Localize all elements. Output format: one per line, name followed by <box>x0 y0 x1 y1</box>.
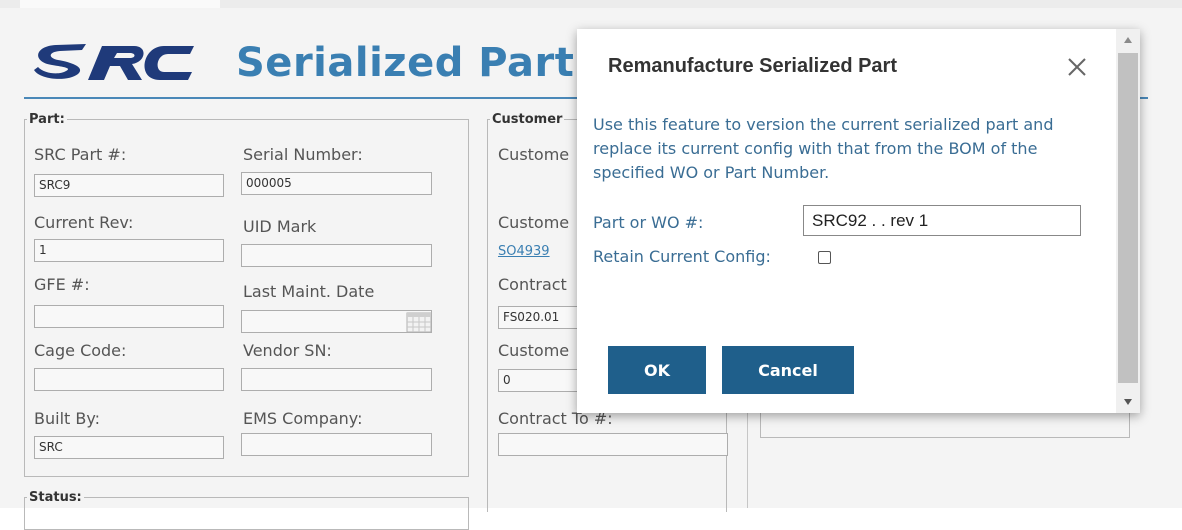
cage-code-field[interactable] <box>34 368 224 391</box>
sales-order-link[interactable]: SO4939 <box>498 244 550 259</box>
last-maint-date-label: Last Maint. Date <box>243 282 375 301</box>
dialog-description: Use this feature to version the current … <box>593 115 1054 182</box>
remanufacture-dialog: Remanufacture Serialized Part Use this f… <box>577 29 1140 413</box>
page-title: Serialized Part <box>236 40 575 86</box>
calendar-icon[interactable] <box>406 311 432 333</box>
vendor-sn-field[interactable] <box>241 368 432 391</box>
scroll-down-arrow-icon[interactable] <box>1116 391 1140 413</box>
part-wo-input[interactable] <box>803 205 1081 236</box>
close-icon[interactable] <box>1063 53 1091 81</box>
cage-code-label: Cage Code: <box>34 341 127 360</box>
customer-label-2: Custome <box>498 213 570 232</box>
customer-legend: Customer <box>492 112 563 127</box>
status-legend: Status: <box>29 490 82 505</box>
retain-config-label: Retain Current Config: <box>593 247 771 266</box>
app-background: Serialized Part Part: SRC Part #: SRC9 S… <box>0 0 1182 530</box>
scroll-thumb[interactable] <box>1118 53 1138 383</box>
built-by-field[interactable]: SRC <box>34 436 224 459</box>
built-by-label: Built By: <box>34 409 101 428</box>
ems-company-field[interactable] <box>241 433 432 456</box>
last-maint-date-field[interactable] <box>241 310 432 333</box>
dialog-title: Remanufacture Serialized Part <box>608 55 897 77</box>
contract-to-field[interactable] <box>498 433 728 456</box>
gfe-field[interactable] <box>34 305 224 328</box>
customer-label-3: Custome <box>498 341 570 360</box>
current-rev-label: Current Rev: <box>34 213 134 232</box>
top-tab[interactable] <box>20 0 220 8</box>
vendor-sn-label: Vendor SN: <box>243 341 332 360</box>
ok-button[interactable]: OK <box>608 346 706 394</box>
gfe-label: GFE #: <box>34 275 90 294</box>
status-group: Status: <box>24 490 469 530</box>
uid-mark-field[interactable] <box>241 244 432 267</box>
retain-config-checkbox[interactable] <box>818 251 831 264</box>
src-part-label: SRC Part #: <box>34 145 127 164</box>
src-part-field[interactable]: SRC9 <box>34 174 224 197</box>
dialog-scrollbar[interactable] <box>1116 29 1140 413</box>
part-wo-label: Part or WO #: <box>593 213 704 232</box>
ems-company-label: EMS Company: <box>243 409 363 428</box>
uid-mark-label: UID Mark <box>243 217 317 236</box>
serial-number-label: Serial Number: <box>243 145 363 164</box>
top-bar <box>0 0 1182 8</box>
part-legend: Part: <box>29 112 65 127</box>
contract-label: Contract <box>498 275 567 294</box>
current-rev-field[interactable]: 1 <box>34 239 224 262</box>
cancel-button[interactable]: Cancel <box>722 346 854 394</box>
scroll-up-arrow-icon[interactable] <box>1116 29 1140 51</box>
serial-number-field[interactable]: 000005 <box>241 172 432 195</box>
src-logo <box>34 44 194 80</box>
customer-label-1: Custome <box>498 145 570 164</box>
